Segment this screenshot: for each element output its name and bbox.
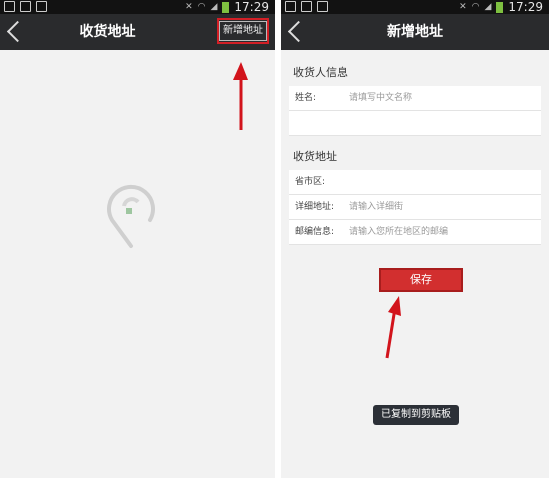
add-address-label: 新增地址 [219,21,267,41]
name-field[interactable]: 姓名: 请填写中文名称 [289,86,541,111]
status-time: 17:29 [234,0,269,14]
signal-icon: ◢ [210,2,218,12]
receiver-section-title: 收货人信息 [293,66,348,79]
notification-icon [285,1,296,12]
zip-field[interactable]: 邮编信息: 请输入您所在地区的邮编 [289,220,541,245]
name-label: 姓名: [295,93,317,103]
region-field[interactable]: 省市区: [289,170,541,195]
status-time: 17:29 [508,0,543,14]
new-address-screen: ✕ ◠ ◢ 17:29 新增地址 收货人信息 姓名: 请填写中文名称 收货地址 … [281,0,549,478]
image-icon [20,1,31,12]
app-icon [317,1,328,12]
pointer-arrow-icon [233,62,248,130]
signal-icon: ◢ [484,2,492,12]
battery-icon [496,1,504,13]
detail-label: 详细地址: [295,202,335,212]
notification-icon [4,1,15,12]
zip-input[interactable]: 请输入您所在地区的邮编 [349,220,448,244]
name-input[interactable]: 请填写中文名称 [349,86,412,110]
phone-field[interactable] [289,111,541,136]
wifi-icon: ◠ [471,2,480,12]
mute-icon: ✕ [459,2,467,12]
toast-message: 已复制到剪贴板 [373,405,459,425]
detail-address-field[interactable]: 详细地址: 请输入详细街 [289,195,541,220]
mute-icon: ✕ [185,2,193,12]
save-button[interactable]: 保存 [379,268,463,292]
address-section-title: 收货地址 [293,150,337,163]
add-address-button[interactable]: 新增地址 [217,18,269,44]
region-label: 省市区: [295,177,326,187]
location-pin-icon [107,184,155,248]
address-list-screen: ✕ ◠ ◢ 17:29 收货地址 新增地址 [0,0,275,478]
wifi-icon: ◠ [197,2,206,12]
pointer-arrow-icon [385,296,401,359]
image-icon [301,1,312,12]
zip-label: 邮编信息: [295,227,335,237]
detail-input[interactable]: 请输入详细街 [349,195,403,219]
title-bar: 收货地址 新增地址 [0,14,275,50]
page-title: 新增地址 [387,24,443,40]
status-bar: ✕ ◠ ◢ 17:29 [281,0,549,14]
title-bar: 新增地址 [281,14,549,50]
app-icon [36,1,47,12]
battery-icon [222,1,230,13]
status-bar: ✕ ◠ ◢ 17:29 [0,0,275,14]
